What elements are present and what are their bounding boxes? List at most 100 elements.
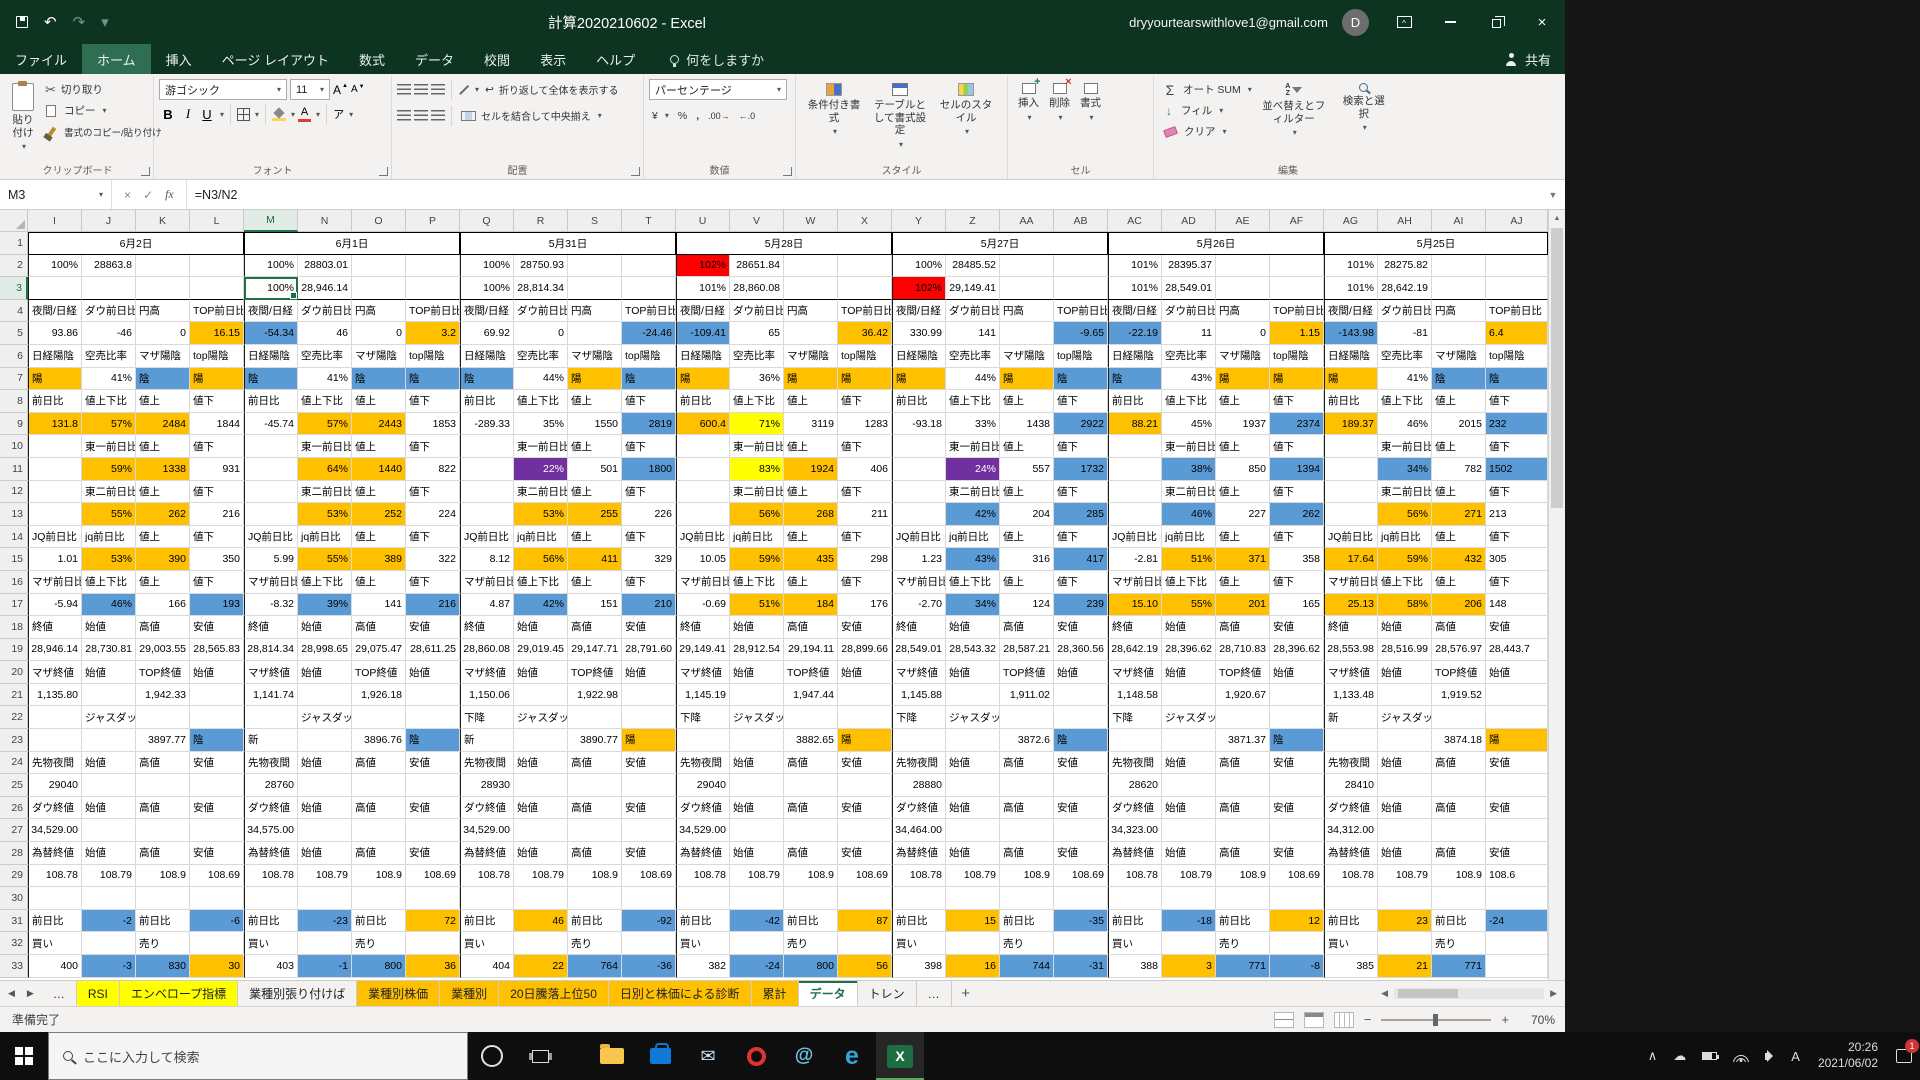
sheet-tab-業種別株価[interactable]: 業種別株価 — [357, 981, 440, 1006]
ribbon-tab-ファイル[interactable]: ファイル — [0, 44, 82, 74]
cell-AJ28[interactable]: 安値 — [1486, 842, 1548, 865]
cell-M8[interactable]: 前日比 — [244, 390, 298, 413]
cell-P12[interactable]: 値下 — [406, 481, 460, 504]
cell-AA29[interactable]: 108.9 — [1000, 865, 1054, 888]
cell-R12[interactable]: 東二前日比 — [514, 481, 568, 504]
cell-P3[interactable] — [406, 277, 460, 300]
row-header-25[interactable]: 25 — [0, 774, 28, 797]
cell-AE13[interactable]: 227 — [1216, 503, 1270, 526]
cell-AB7[interactable]: 陰 — [1054, 368, 1108, 391]
cell-I12[interactable] — [28, 481, 82, 504]
cell-AE8[interactable]: 値上 — [1216, 390, 1270, 413]
cell-P7[interactable]: 陰 — [406, 368, 460, 391]
cell-N2[interactable]: 28803.01 — [298, 255, 352, 278]
cell-AC12[interactable] — [1108, 481, 1162, 504]
cell-AG14[interactable]: JQ前日比 — [1324, 526, 1378, 549]
zoom-level[interactable]: 70% — [1519, 1013, 1555, 1027]
cell-R4[interactable]: ダウ前日比 — [514, 300, 568, 323]
cell-AD5[interactable]: 11 — [1162, 322, 1216, 345]
cell-P22[interactable] — [406, 706, 460, 729]
cell-J20[interactable]: 始値 — [82, 661, 136, 684]
cell-L30[interactable] — [190, 887, 244, 910]
cell-AB3[interactable] — [1054, 277, 1108, 300]
cell-AE5[interactable]: 0 — [1216, 322, 1270, 345]
cell-Q11[interactable] — [460, 458, 514, 481]
cell-AB10[interactable]: 値下 — [1054, 435, 1108, 458]
cell-AC14[interactable]: JQ前日比 — [1108, 526, 1162, 549]
cell-O30[interactable] — [352, 887, 406, 910]
cell-AC21[interactable]: 1,148.58 — [1108, 684, 1162, 707]
file-explorer-button[interactable] — [588, 1032, 636, 1080]
start-button[interactable] — [0, 1032, 48, 1080]
cell-K32[interactable]: 売り — [136, 932, 190, 955]
cell-AH12[interactable]: 東二前日比 — [1378, 481, 1432, 504]
row-header-5[interactable]: 5 — [0, 322, 28, 345]
cell-S11[interactable]: 501 — [568, 458, 622, 481]
page-break-view-button[interactable] — [1334, 1012, 1354, 1028]
cell-AD30[interactable] — [1162, 887, 1216, 910]
cell-R27[interactable] — [514, 819, 568, 842]
cell-AA6[interactable]: マザ陽陰 — [1000, 345, 1054, 368]
row-header-22[interactable]: 22 — [0, 706, 28, 729]
cell-W11[interactable]: 1924 — [784, 458, 838, 481]
cell-AI17[interactable]: 206 — [1432, 594, 1486, 617]
cell-N28[interactable]: 始値 — [298, 842, 352, 865]
cell-W21[interactable]: 1,947.44 — [784, 684, 838, 707]
cell-X21[interactable] — [838, 684, 892, 707]
cell-AF31[interactable]: 12 — [1270, 910, 1324, 933]
cell-Q1[interactable]: 5月31日 — [460, 232, 676, 255]
cell-W6[interactable]: マザ陽陰 — [784, 345, 838, 368]
cell-L32[interactable] — [190, 932, 244, 955]
cell-AJ20[interactable]: 始値 — [1486, 661, 1548, 684]
cell-Z30[interactable] — [946, 887, 1000, 910]
cell-O31[interactable]: 前日比 — [352, 910, 406, 933]
cell-AG27[interactable]: 34,312.00 — [1324, 819, 1378, 842]
cell-W24[interactable]: 高値 — [784, 752, 838, 775]
cell-AA11[interactable]: 557 — [1000, 458, 1054, 481]
cell-Z7[interactable]: 44% — [946, 368, 1000, 391]
cell-P27[interactable] — [406, 819, 460, 842]
font-color-dropdown-arrow[interactable]: ▾ — [316, 110, 320, 119]
cell-P20[interactable]: 始値 — [406, 661, 460, 684]
cell-AA7[interactable]: 陽 — [1000, 368, 1054, 391]
cell-AA25[interactable] — [1000, 774, 1054, 797]
cell-AE30[interactable] — [1216, 887, 1270, 910]
cell-S10[interactable]: 値上 — [568, 435, 622, 458]
cell-O5[interactable]: 0 — [352, 322, 406, 345]
cell-T12[interactable]: 値下 — [622, 481, 676, 504]
cell-Y26[interactable]: ダウ終値 — [892, 797, 946, 820]
cell-Y28[interactable]: 為替終値 — [892, 842, 946, 865]
cell-I21[interactable]: 1,135.80 — [28, 684, 82, 707]
horizontal-scrollbar-thumb[interactable] — [1398, 989, 1458, 998]
cell-U22[interactable]: 下降 — [676, 706, 730, 729]
cell-N3[interactable]: 28,946.14 — [298, 277, 352, 300]
increase-font-size-button[interactable]: A▲ — [333, 83, 348, 97]
cell-AG22[interactable]: 新 — [1324, 706, 1378, 729]
cell-AI7[interactable]: 陰 — [1432, 368, 1486, 391]
cell-AH3[interactable]: 28,642.19 — [1378, 277, 1432, 300]
cell-V10[interactable]: 東一前日比 — [730, 435, 784, 458]
cell-J30[interactable] — [82, 887, 136, 910]
cell-AI22[interactable] — [1432, 706, 1486, 729]
cell-AG20[interactable]: マザ終値 — [1324, 661, 1378, 684]
row-header-15[interactable]: 15 — [0, 548, 28, 571]
col-header-P[interactable]: P — [406, 210, 460, 232]
cell-AE3[interactable] — [1216, 277, 1270, 300]
cell-M22[interactable] — [244, 706, 298, 729]
cell-AB24[interactable]: 安値 — [1054, 752, 1108, 775]
cell-W30[interactable] — [784, 887, 838, 910]
cell-AH28[interactable]: 始値 — [1378, 842, 1432, 865]
cell-W20[interactable]: TOP終値 — [784, 661, 838, 684]
cell-K22[interactable] — [136, 706, 190, 729]
cell-Y5[interactable]: 330.99 — [892, 322, 946, 345]
row-header-7[interactable]: 7 — [0, 368, 28, 391]
sheet-tab-RSI[interactable]: RSI — [77, 981, 120, 1006]
cell-N23[interactable] — [298, 729, 352, 752]
cell-Q6[interactable]: 日経陽陰 — [460, 345, 514, 368]
decrease-decimal-button[interactable]: ←.0 — [736, 109, 759, 123]
sheet-tab-トレン[interactable]: トレン — [858, 981, 917, 1006]
row-header-2[interactable]: 2 — [0, 255, 28, 278]
cell-AA10[interactable]: 値上 — [1000, 435, 1054, 458]
cell-AI13[interactable]: 271 — [1432, 503, 1486, 526]
cell-N15[interactable]: 55% — [298, 548, 352, 571]
